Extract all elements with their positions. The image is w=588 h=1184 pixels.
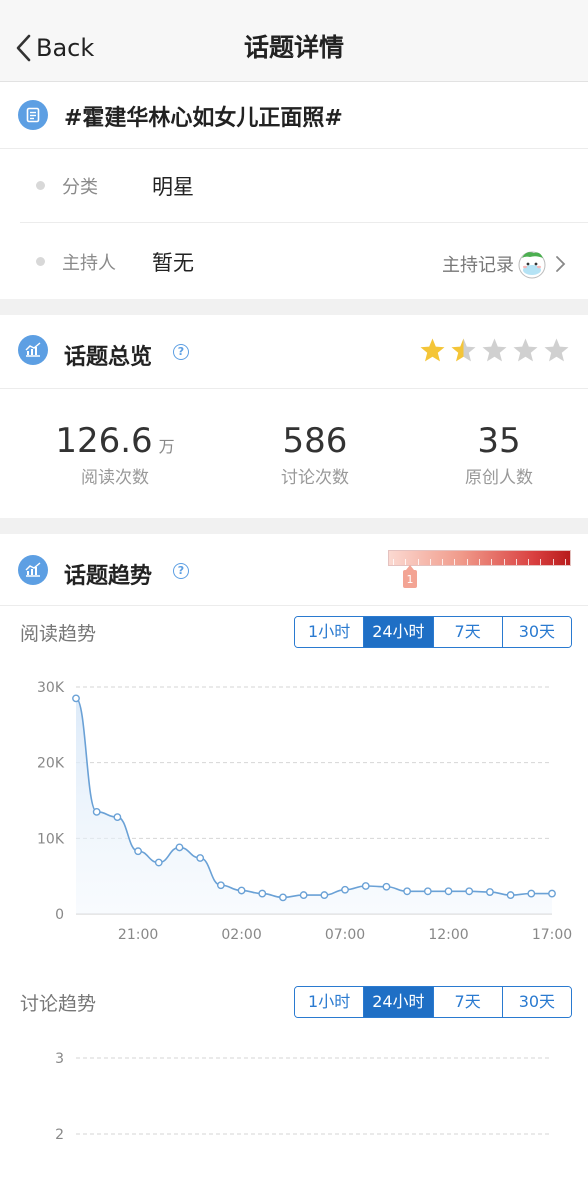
discussion-range-selector: 1小时 24小时 7天 30天 — [294, 986, 572, 1018]
help-icon[interactable]: ? — [173, 563, 189, 579]
y-tick-label: 10K — [37, 831, 65, 847]
category-label: 分类 — [62, 177, 98, 198]
mascot-avatar-icon — [518, 251, 546, 279]
star-icon — [482, 338, 507, 362]
range-30d-button[interactable]: 30天 — [502, 617, 571, 647]
data-point — [299, 891, 308, 899]
heat-gradient-bar — [388, 550, 571, 566]
topic-name: #霍建华林心如女儿正面照# — [64, 106, 343, 131]
star-icon — [544, 338, 569, 362]
chart-trend-icon — [18, 555, 48, 585]
heat-level-marker: 1 — [403, 565, 417, 588]
bullet-dot — [36, 257, 45, 266]
chart-trend-icon — [18, 335, 48, 365]
data-point — [237, 886, 246, 895]
data-point — [196, 854, 205, 862]
stat-originals: 35 原创人数 — [424, 421, 574, 488]
stat-originals-value: 35 — [477, 421, 521, 461]
topic-header: #霍建华林心如女儿正面照# — [0, 82, 588, 149]
discussion-trend-block: 讨论趋势 1小时 24小时 7天 30天 32 — [0, 977, 588, 1184]
range-24h-button[interactable]: 24小时 — [364, 987, 434, 1017]
data-point — [92, 807, 101, 816]
bullet-dot — [36, 181, 45, 190]
data-point — [341, 885, 349, 894]
stat-discussions-value: 586 — [282, 421, 348, 461]
data-point — [403, 887, 412, 896]
stat-originals-label: 原创人数 — [465, 468, 533, 488]
data-point — [113, 813, 122, 822]
page-title: 话题详情 — [243, 33, 344, 62]
category-row: 分类 明星 — [20, 149, 588, 223]
star-icon — [420, 338, 445, 362]
data-point — [527, 889, 536, 898]
host-value: 暂无 — [152, 251, 194, 275]
data-point — [258, 889, 267, 898]
data-point — [72, 694, 80, 703]
data-point — [423, 887, 432, 896]
y-tick-label: 30K — [37, 680, 65, 696]
y-tick-label: 2 — [55, 1127, 64, 1143]
data-point — [175, 843, 184, 852]
series-area — [76, 698, 552, 914]
y-tick-label: 20K — [37, 756, 65, 772]
data-point — [548, 889, 556, 898]
y-tick-label: 3 — [55, 1051, 64, 1067]
stat-discussions-label: 讨论次数 — [281, 468, 349, 488]
rating-stars — [419, 337, 570, 364]
range-7d-button[interactable]: 7天 — [433, 987, 503, 1017]
discussion-trend-title: 讨论趋势 — [20, 993, 97, 1015]
trend-header: 话题趋势 ? — [0, 534, 588, 606]
range-1h-button[interactable]: 1小时 — [295, 987, 365, 1017]
chevron-right-icon — [556, 256, 566, 272]
data-point — [486, 888, 494, 896]
data-point — [361, 882, 370, 890]
data-point — [216, 881, 225, 890]
range-24h-button[interactable]: 24小时 — [364, 617, 434, 647]
reading-trend-chart: 30K 20K 10K 0 21:00 02:00 07:00 12:00 17:00 — [37, 680, 572, 943]
x-tick-label: 21:00 — [118, 927, 158, 943]
data-point — [382, 882, 391, 891]
x-tick-label: 12:00 — [428, 927, 468, 943]
stat-reads: 126.6 万 阅读次数 — [40, 421, 190, 488]
data-point — [320, 891, 329, 899]
star-icon — [513, 338, 538, 362]
x-tick-label: 17:00 — [532, 927, 572, 943]
data-point — [465, 887, 474, 896]
section-divider — [0, 518, 588, 534]
nav-bar: Back 话题详情 — [0, 0, 588, 82]
x-tick-label: 02:00 — [221, 927, 261, 943]
stat-reads-value: 126.6 — [55, 421, 153, 461]
host-label: 主持人 — [62, 253, 116, 274]
range-7d-button[interactable]: 7天 — [433, 617, 503, 647]
data-point — [444, 887, 453, 896]
host-record-link[interactable]: 主持记录 — [442, 247, 566, 281]
topic-list-icon — [18, 100, 48, 130]
overview-title: 话题总览 — [64, 345, 153, 370]
overview-stats: 126.6 万 阅读次数 586 讨论次数 35 原创人数 — [0, 388, 588, 518]
data-point — [134, 847, 142, 856]
stat-reads-label: 阅读次数 — [81, 468, 149, 488]
range-30d-button[interactable]: 30天 — [502, 987, 571, 1017]
reading-trend-title: 阅读趋势 — [20, 623, 97, 645]
data-point — [279, 893, 287, 902]
trend-title: 话题趋势 — [64, 564, 153, 589]
x-tick-label: 07:00 — [325, 927, 365, 943]
star-icon — [451, 338, 476, 362]
help-icon[interactable]: ? — [173, 344, 189, 360]
reading-trend-block: 阅读趋势 1小时 24小时 7天 30天 30K 20K 10K 0 21:00 02:0… — [0, 607, 588, 967]
data-point — [154, 858, 163, 867]
stat-discussions: 586 讨论次数 — [240, 421, 390, 488]
discussion-trend-chart: 32 — [55, 1051, 552, 1143]
category-value: 明星 — [152, 175, 194, 199]
stat-reads-unit: 万 — [158, 437, 175, 456]
data-point — [506, 891, 515, 899]
section-divider — [0, 299, 588, 315]
y-tick-label: 0 — [55, 907, 64, 923]
host-record-label: 主持记录 — [442, 255, 514, 276]
reading-range-selector: 1小时 24小时 7天 30天 — [294, 616, 572, 648]
range-1h-button[interactable]: 1小时 — [295, 617, 365, 647]
